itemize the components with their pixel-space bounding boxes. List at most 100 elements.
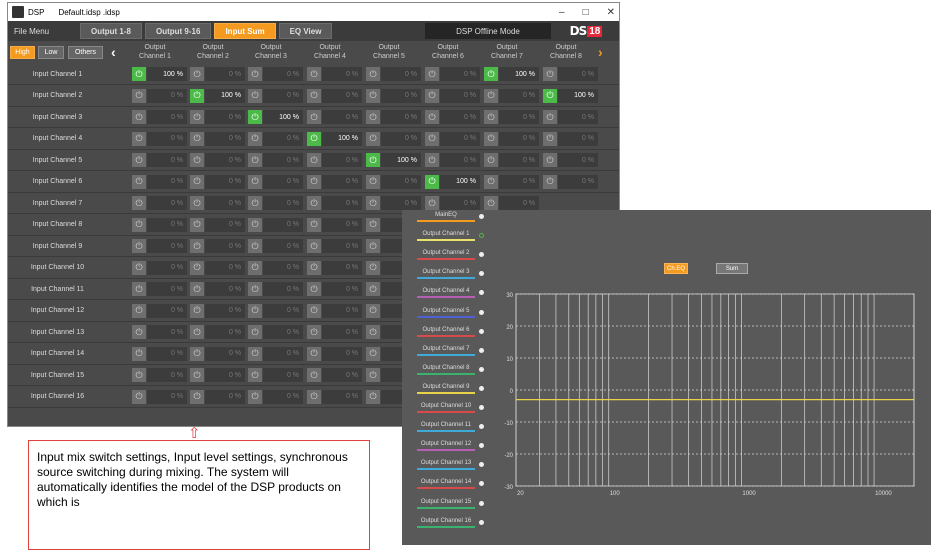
level-input[interactable]: 0 % [322,153,362,167]
channel-select-dot[interactable] [479,385,484,391]
channel-select-dot[interactable] [479,481,484,487]
level-input[interactable]: 0 % [381,131,421,146]
level-input[interactable]: 0 % [381,110,421,124]
level-input[interactable]: 0 % [147,260,187,275]
offline-mode-button[interactable]: DSP Offline Mode [425,23,551,39]
power-toggle-icon[interactable]: ⏻ [190,88,204,103]
power-toggle-icon[interactable]: ⏻ [543,88,557,103]
level-input[interactable]: 0 % [263,282,303,296]
level-input[interactable]: 0 % [558,110,598,124]
level-input[interactable]: 0 % [499,196,539,210]
eq-sum-button[interactable]: Sum [716,263,748,274]
power-toggle-icon[interactable]: ⏻ [366,88,380,103]
power-toggle-icon[interactable]: ⏻ [132,196,146,210]
power-toggle-icon[interactable]: ⏻ [190,368,204,382]
level-input[interactable]: 0 % [440,67,480,81]
level-input[interactable]: 0 % [205,217,245,232]
power-toggle-icon[interactable]: ⏻ [425,153,439,167]
level-input[interactable]: 100 % [322,131,362,146]
power-toggle-icon[interactable]: ⏻ [307,239,321,253]
level-input[interactable]: 0 % [440,131,480,146]
power-toggle-icon[interactable]: ⏻ [366,131,380,146]
power-toggle-icon[interactable]: ⏻ [484,110,498,124]
power-toggle-icon[interactable]: ⏻ [307,346,321,361]
level-input[interactable]: 100 % [205,88,245,103]
eq-channel-item[interactable]: Output Channel 14 [408,477,493,492]
eq-channel-item[interactable]: Output Channel 3 [408,267,493,282]
level-input[interactable]: 0 % [263,217,303,232]
power-toggle-icon[interactable]: ⏻ [132,153,146,167]
power-toggle-icon[interactable]: ⏻ [132,217,146,232]
level-input[interactable]: 100 % [440,174,480,189]
level-input[interactable]: 0 % [205,389,245,404]
channel-select-dot[interactable] [479,233,484,239]
level-input[interactable]: 0 % [205,153,245,167]
level-input[interactable]: 0 % [381,88,421,103]
level-input[interactable]: 0 % [263,368,303,382]
channel-select-dot[interactable] [479,290,484,296]
power-toggle-icon[interactable]: ⏻ [307,260,321,275]
power-toggle-icon[interactable]: ⏻ [366,260,380,275]
power-toggle-icon[interactable]: ⏻ [366,325,380,339]
power-toggle-icon[interactable]: ⏻ [132,110,146,124]
power-toggle-icon[interactable]: ⏻ [484,67,498,81]
level-input[interactable]: 0 % [147,346,187,361]
filter-low-button[interactable]: Low [38,46,64,59]
power-toggle-icon[interactable]: ⏻ [366,174,380,189]
level-input[interactable]: 0 % [263,88,303,103]
level-input[interactable]: 0 % [263,131,303,146]
level-input[interactable]: 100 % [499,67,539,81]
power-toggle-icon[interactable]: ⏻ [248,110,262,124]
level-input[interactable]: 0 % [381,196,421,210]
level-input[interactable]: 0 % [205,131,245,146]
power-toggle-icon[interactable]: ⏻ [425,174,439,189]
power-toggle-icon[interactable]: ⏻ [543,67,557,81]
power-toggle-icon[interactable]: ⏻ [132,131,146,146]
file-menu[interactable]: File Menu [14,27,80,36]
power-toggle-icon[interactable]: ⏻ [248,131,262,146]
power-toggle-icon[interactable]: ⏻ [248,239,262,253]
power-toggle-icon[interactable]: ⏻ [132,368,146,382]
level-input[interactable]: 0 % [205,260,245,275]
power-toggle-icon[interactable]: ⏻ [543,131,557,146]
level-input[interactable]: 0 % [263,239,303,253]
power-toggle-icon[interactable]: ⏻ [190,260,204,275]
filter-high-button[interactable]: High [10,46,35,59]
power-toggle-icon[interactable]: ⏻ [190,217,204,232]
level-input[interactable]: 0 % [499,88,539,103]
level-input[interactable]: 0 % [322,88,362,103]
level-input[interactable]: 0 % [440,196,480,210]
power-toggle-icon[interactable]: ⏻ [484,196,498,210]
channel-select-dot[interactable] [479,462,484,468]
power-toggle-icon[interactable]: ⏻ [425,110,439,124]
minimize-icon[interactable]: – [559,7,565,18]
eq-channel-item[interactable]: Output Channel 8 [408,363,493,378]
level-input[interactable]: 0 % [205,196,245,210]
maximize-icon[interactable]: □ [583,7,589,18]
power-toggle-icon[interactable]: ⏻ [425,88,439,103]
power-toggle-icon[interactable]: ⏻ [484,153,498,167]
channel-select-dot[interactable] [479,252,484,258]
power-toggle-icon[interactable]: ⏻ [132,239,146,253]
power-toggle-icon[interactable]: ⏻ [307,389,321,404]
level-input[interactable]: 0 % [499,110,539,124]
level-input[interactable]: 0 % [205,282,245,296]
level-input[interactable]: 0 % [263,325,303,339]
level-input[interactable]: 100 % [263,110,303,124]
power-toggle-icon[interactable]: ⏻ [307,67,321,81]
level-input[interactable]: 0 % [205,303,245,318]
level-input[interactable]: 0 % [322,260,362,275]
level-input[interactable]: 0 % [322,217,362,232]
power-toggle-icon[interactable]: ⏻ [484,88,498,103]
level-input[interactable]: 100 % [558,88,598,103]
power-toggle-icon[interactable]: ⏻ [190,239,204,253]
channel-select-dot[interactable] [479,500,484,506]
level-input[interactable]: 0 % [147,282,187,296]
level-input[interactable]: 0 % [381,67,421,81]
eq-channel-item[interactable]: Output Channel 5 [408,306,493,321]
level-input[interactable]: 0 % [322,67,362,81]
level-input[interactable]: 0 % [147,368,187,382]
power-toggle-icon[interactable]: ⏻ [132,303,146,318]
eq-channel-item[interactable]: Output Channel 16 [408,516,493,531]
level-input[interactable]: 0 % [263,67,303,81]
